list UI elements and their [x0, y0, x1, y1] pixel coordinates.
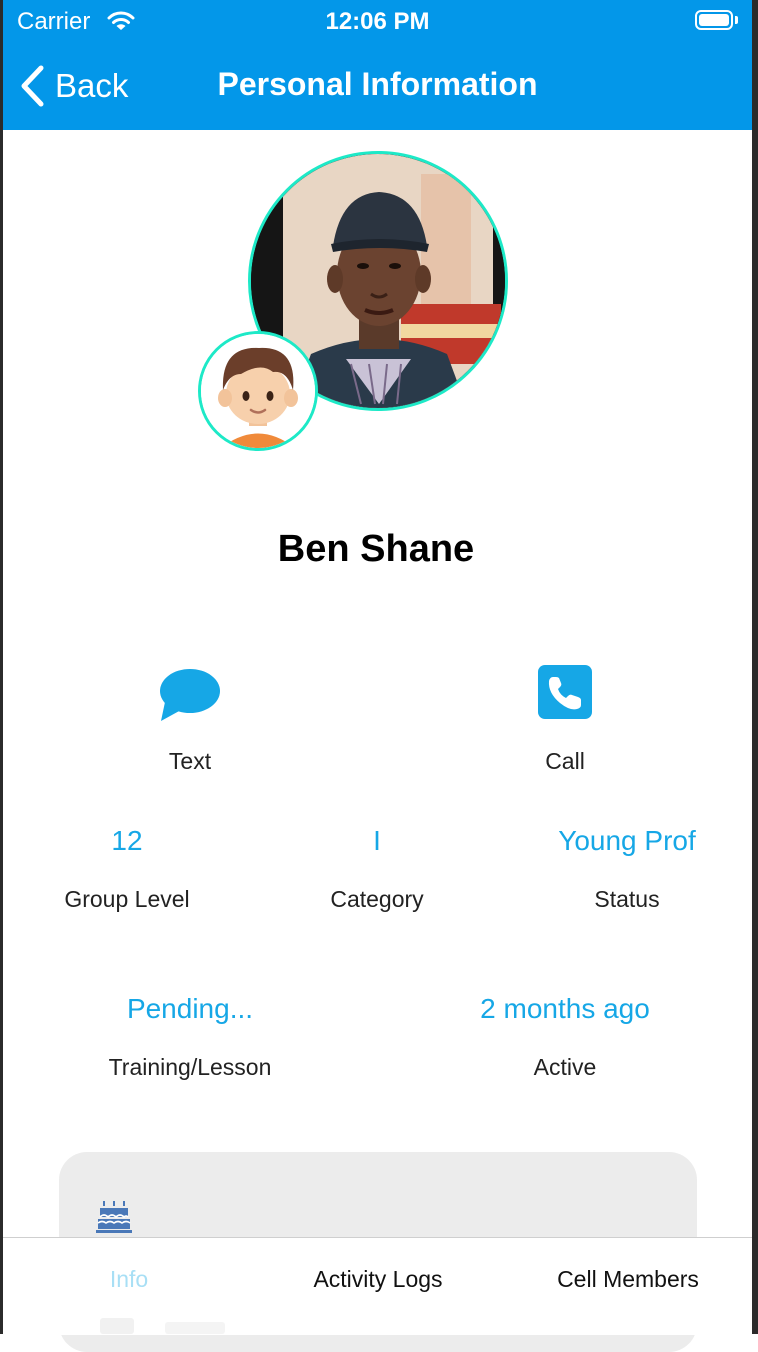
active-value: 2 months ago: [480, 993, 650, 1024]
window-frame-left: [0, 0, 3, 1334]
battery-nub: [735, 16, 738, 24]
group-level-value: 12: [111, 825, 143, 856]
category-label: Category: [330, 886, 424, 912]
text-button[interactable]: Text: [110, 664, 270, 784]
training-label: Training/Lesson: [108, 1054, 272, 1080]
navigation-header: Carrier 12:06 PM Back Personal Informati…: [3, 0, 752, 130]
tab-cell-members[interactable]: Cell Members: [533, 1266, 723, 1293]
phone-icon: [538, 665, 592, 719]
underlying-content-hint: [165, 1322, 225, 1334]
tab-activity-logs[interactable]: Activity Logs: [283, 1266, 473, 1293]
chat-bubble-icon: [160, 669, 220, 721]
underlying-content-hint: [100, 1318, 134, 1334]
category-value: I: [373, 825, 381, 856]
avatar-badge[interactable]: [198, 331, 318, 451]
training-value: Pending...: [126, 993, 254, 1024]
call-label: Call: [545, 748, 585, 774]
page-title: Personal Information: [217, 66, 538, 102]
call-button[interactable]: Call: [485, 664, 645, 784]
profile-name: Ben Shane: [277, 528, 475, 570]
status-time: 12:06 PM: [325, 8, 430, 35]
status-value: Young Prof: [558, 825, 696, 856]
birthday-cake-icon: [96, 1201, 132, 1233]
text-label: Text: [168, 748, 212, 774]
avatar-cartoon-icon: [201, 334, 315, 448]
tab-info[interactable]: Info: [59, 1266, 199, 1293]
status-label: Status: [594, 886, 660, 912]
group-level-label: Group Level: [64, 886, 190, 912]
active-label: Active: [533, 1054, 597, 1080]
window-frame-right: [752, 0, 758, 1334]
battery-icon: [695, 10, 733, 30]
